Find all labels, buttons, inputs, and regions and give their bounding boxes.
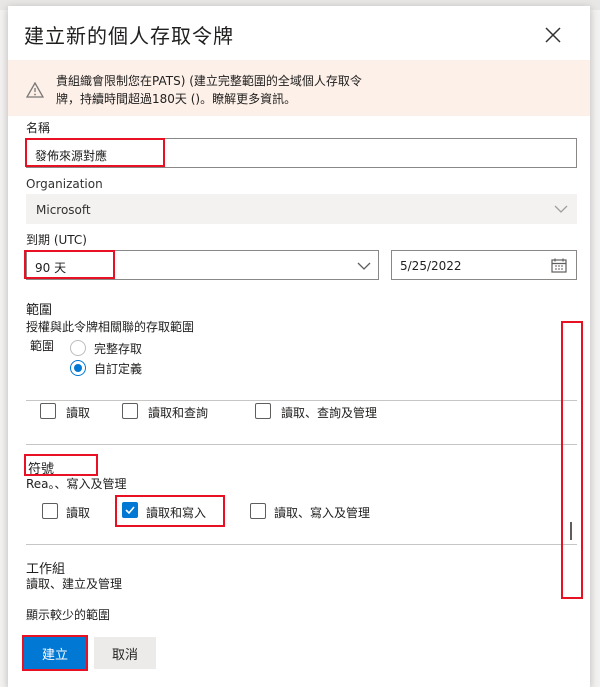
organization-select: Microsoft — [26, 194, 577, 224]
divider — [26, 444, 577, 445]
highlight-expiration — [24, 250, 115, 279]
custom-defined-label: 自訂定義 — [94, 362, 143, 376]
dialog-title: 建立新的個人存取令牌 — [24, 24, 234, 48]
expiration-date-value: 5/25/2022 — [400, 259, 462, 273]
cancel-button[interactable]: 取消 — [94, 637, 156, 669]
divider — [26, 400, 577, 401]
warning-text: 貴組織會限制您在PATS) (建立完整範圍的全域個人存取令 牌，持續時間超過18… — [56, 72, 396, 108]
highlight-read-write — [115, 495, 225, 527]
warning-line-1: 貴組織會限制您在PATS) (建立完整範圍的全域個人存取令 — [56, 74, 362, 88]
workitems-description: 讀取、建立及管理 — [26, 577, 123, 591]
scopes-sub-label: 範圍 — [30, 339, 55, 353]
symbols-description: Rea。、寫入及管理 — [26, 477, 127, 491]
prev-read-query-manage-label: 讀取、查詢及管理 — [281, 406, 378, 420]
checkbox-prev-read[interactable] — [40, 403, 56, 419]
radio-custom-defined[interactable] — [70, 360, 86, 376]
prev-read-query-label: 讀取和查詢 — [148, 406, 209, 420]
checkbox-prev-read-query[interactable] — [122, 403, 138, 419]
prev-read-label: 讀取 — [66, 406, 91, 420]
chevron-down-icon — [554, 205, 568, 213]
warning-line-2[interactable]: 牌，持續時間超過180天 ()。瞭解更多資訊。 — [56, 90, 396, 108]
checkbox-prev-read-query-manage[interactable] — [255, 403, 271, 419]
highlight-symbols — [24, 454, 98, 476]
highlight-scrollbar — [561, 321, 583, 599]
warning-icon — [25, 81, 45, 98]
symbols-read-write-manage-label: 讀取、寫入及管理 — [274, 506, 371, 520]
scopes-heading: 範圍 — [26, 303, 53, 318]
expiration-date-input[interactable]: 5/25/2022 — [391, 250, 577, 280]
radio-full-access[interactable] — [70, 340, 86, 356]
full-access-label: 完整存取 — [94, 342, 143, 356]
scopes-description: 授權與此令牌相關聯的存取範圍 — [26, 320, 195, 334]
close-icon[interactable] — [542, 24, 564, 46]
divider — [26, 544, 577, 545]
organization-value: Microsoft — [36, 203, 91, 217]
create-token-dialog: 建立新的個人存取令牌 貴組織會限制您在PATS) (建立完整範圍的全域個人存取令… — [8, 6, 590, 687]
symbols-read-label: 讀取 — [66, 506, 91, 520]
name-label: 名稱 — [26, 121, 51, 135]
expiration-label: 到期 (UTC) — [26, 233, 87, 247]
scrollbar-thumb[interactable] — [570, 522, 572, 540]
highlight-create — [22, 635, 88, 671]
warning-banner: 貴組織會限制您在PATS) (建立完整範圍的全域個人存取令 牌，持續時間超過18… — [8, 60, 590, 116]
checkbox-symbols-read[interactable] — [42, 503, 58, 519]
show-less-link[interactable]: 顯示較少的範圍 — [26, 606, 110, 623]
highlight-name — [25, 138, 165, 167]
organization-label: Organization — [26, 177, 103, 191]
checkbox-symbols-read-write-manage[interactable] — [250, 503, 266, 519]
chevron-down-icon — [357, 262, 371, 270]
calendar-icon[interactable] — [551, 258, 567, 273]
